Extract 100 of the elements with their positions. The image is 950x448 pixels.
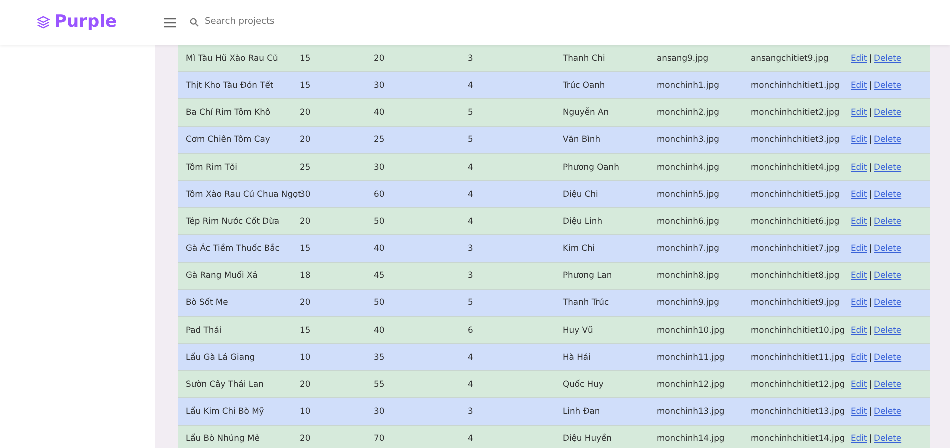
table-cell-text: 4: [468, 378, 474, 391]
edit-link[interactable]: Edit: [851, 324, 868, 336]
edit-link[interactable]: Edit: [851, 133, 868, 146]
table-cell-text: Cơm Chiên Tôm Cay: [186, 133, 272, 146]
table-cell-text: monchinhchitiet2.jpg: [751, 106, 841, 119]
table-cell-text: monchinh14.jpg: [657, 432, 726, 446]
table-cell-text: monchinh1.jpg: [657, 78, 720, 92]
delete-link[interactable]: Delete: [874, 350, 902, 364]
separator: |: [869, 78, 872, 92]
delete-link[interactable]: Delete: [874, 405, 902, 418]
table-cell-text: 4: [468, 188, 474, 200]
edit-link[interactable]: Edit: [851, 405, 868, 418]
table-cell-text: 30: [374, 78, 386, 92]
table-cell-text: 45: [374, 269, 386, 282]
table-cell-text: monchinh3.jpg: [657, 133, 720, 146]
separator: |: [869, 296, 872, 310]
table-cell-text: Huy Vũ: [563, 324, 594, 336]
layers-icon: [37, 16, 50, 29]
table-cell-text: 25: [374, 133, 386, 146]
delete-link[interactable]: Delete: [874, 432, 902, 446]
table-cell-text: monchinh9.jpg: [657, 296, 720, 310]
separator: |: [869, 405, 872, 418]
table-cell-text: monchinhchitiet3.jpg: [751, 133, 841, 146]
table-cell: Tôm Xào Rau Củ Chua Ngọt: [186, 188, 300, 200]
table-cell-text: Tôm Rim Tỏi: [186, 160, 238, 174]
separator: |: [869, 214, 872, 228]
delete-link[interactable]: Delete: [874, 188, 902, 200]
delete-link[interactable]: Delete: [874, 269, 902, 282]
edit-link[interactable]: Edit: [851, 296, 868, 310]
delete-link[interactable]: Delete: [874, 133, 902, 146]
table-cell-text: 4: [468, 160, 474, 174]
table-cell-text: 30: [374, 160, 386, 174]
table-cell-text: monchinhchitiet6.jpg: [751, 214, 841, 228]
table-cell-text: monchinhchitiet5.jpg: [751, 188, 841, 200]
table-cell-text: Diệu Chi: [563, 188, 600, 200]
separator: |: [869, 188, 872, 200]
edit-link[interactable]: Edit: [851, 432, 868, 446]
table-cell-text: monchinh7.jpg: [657, 242, 720, 255]
edit-link[interactable]: Edit: [851, 52, 868, 64]
brand-logo-text: Purple: [54, 10, 117, 34]
table-cell-text: monchinhchitiet7.jpg: [751, 242, 841, 255]
table-cell-text: monchinh12.jpg: [657, 378, 726, 391]
table-cell-text: Lẩu Bò Nhúng Mẻ: [186, 432, 261, 446]
edit-link[interactable]: Edit: [851, 106, 868, 119]
table-cell-text: 35: [374, 350, 386, 364]
table-cell-text: Gà Rang Muối Xả: [186, 269, 259, 282]
edit-link[interactable]: Edit: [851, 378, 868, 391]
table-cell-text: 15: [300, 324, 312, 336]
edit-link[interactable]: Edit: [851, 188, 868, 200]
separator: |: [869, 432, 872, 446]
edit-link[interactable]: Edit: [851, 78, 868, 92]
table-cell-text: 15: [300, 78, 312, 92]
table-cell-text: 30: [374, 405, 386, 418]
delete-link[interactable]: Delete: [874, 242, 902, 255]
table-cell-text: monchinhchitiet1.jpg: [751, 78, 841, 92]
table-cell-text: 55: [374, 378, 386, 391]
table-cell-text: 70: [374, 432, 386, 446]
table-cell-text: Ba Chỉ Rim Tôm Khô: [186, 106, 272, 119]
menu-icon[interactable]: [164, 18, 176, 28]
edit-link[interactable]: Edit: [851, 350, 868, 364]
delete-link[interactable]: Delete: [874, 160, 902, 174]
table-cell-text: Lẩu Kim Chi Bò Mỹ: [186, 405, 266, 418]
table-cell-text: 20: [300, 214, 312, 228]
separator: |: [869, 378, 872, 391]
table-cell-text: Hà Hải: [563, 350, 592, 364]
separator: |: [869, 242, 872, 255]
table-cell-text: Tép Rim Nước Cốt Dừa: [186, 214, 281, 228]
table-cell-text: 50: [374, 296, 386, 310]
table-cell-text: monchinhchitiet13.jpg: [751, 405, 846, 418]
table-cell-text: Lẩu Gà Lá Giang: [186, 350, 256, 364]
table-cell-text: Bò Sốt Me: [186, 296, 230, 310]
table-cell-text: 15: [300, 52, 312, 64]
table-cell-text: 18: [300, 269, 312, 282]
table-cell-text: 3: [468, 52, 474, 64]
table-cell-text: 60: [374, 188, 386, 200]
delete-link[interactable]: Delete: [874, 378, 902, 391]
delete-link[interactable]: Delete: [874, 214, 902, 228]
edit-link[interactable]: Edit: [851, 160, 868, 174]
table-cell-text: 20: [374, 52, 386, 64]
table-cell-text: 40: [374, 242, 386, 255]
table-cell-text: monchinhchitiet14.jpg: [751, 432, 846, 446]
separator: |: [869, 52, 872, 64]
delete-link[interactable]: Delete: [874, 106, 902, 119]
separator: |: [869, 133, 872, 146]
table-cell-text: Văn Bình: [563, 133, 602, 146]
table-cell-text: 5: [468, 133, 474, 146]
table-cell-text: 4: [468, 432, 474, 446]
edit-link[interactable]: Edit: [851, 269, 868, 282]
delete-link[interactable]: Delete: [874, 296, 902, 310]
table-cell-text: monchinh8.jpg: [657, 269, 720, 282]
table-cell-text: 30: [300, 188, 312, 200]
table-cell-text: monchinh4.jpg: [657, 160, 720, 174]
delete-link[interactable]: Delete: [874, 78, 902, 92]
edit-link[interactable]: Edit: [851, 242, 868, 255]
table-cell-text: 10: [300, 350, 312, 364]
edit-link[interactable]: Edit: [851, 214, 868, 228]
delete-link[interactable]: Delete: [874, 52, 902, 64]
delete-link[interactable]: Delete: [874, 324, 902, 336]
table-cell-text: monchinh10.jpg: [657, 324, 726, 336]
table-cell-text: 15: [300, 242, 312, 255]
